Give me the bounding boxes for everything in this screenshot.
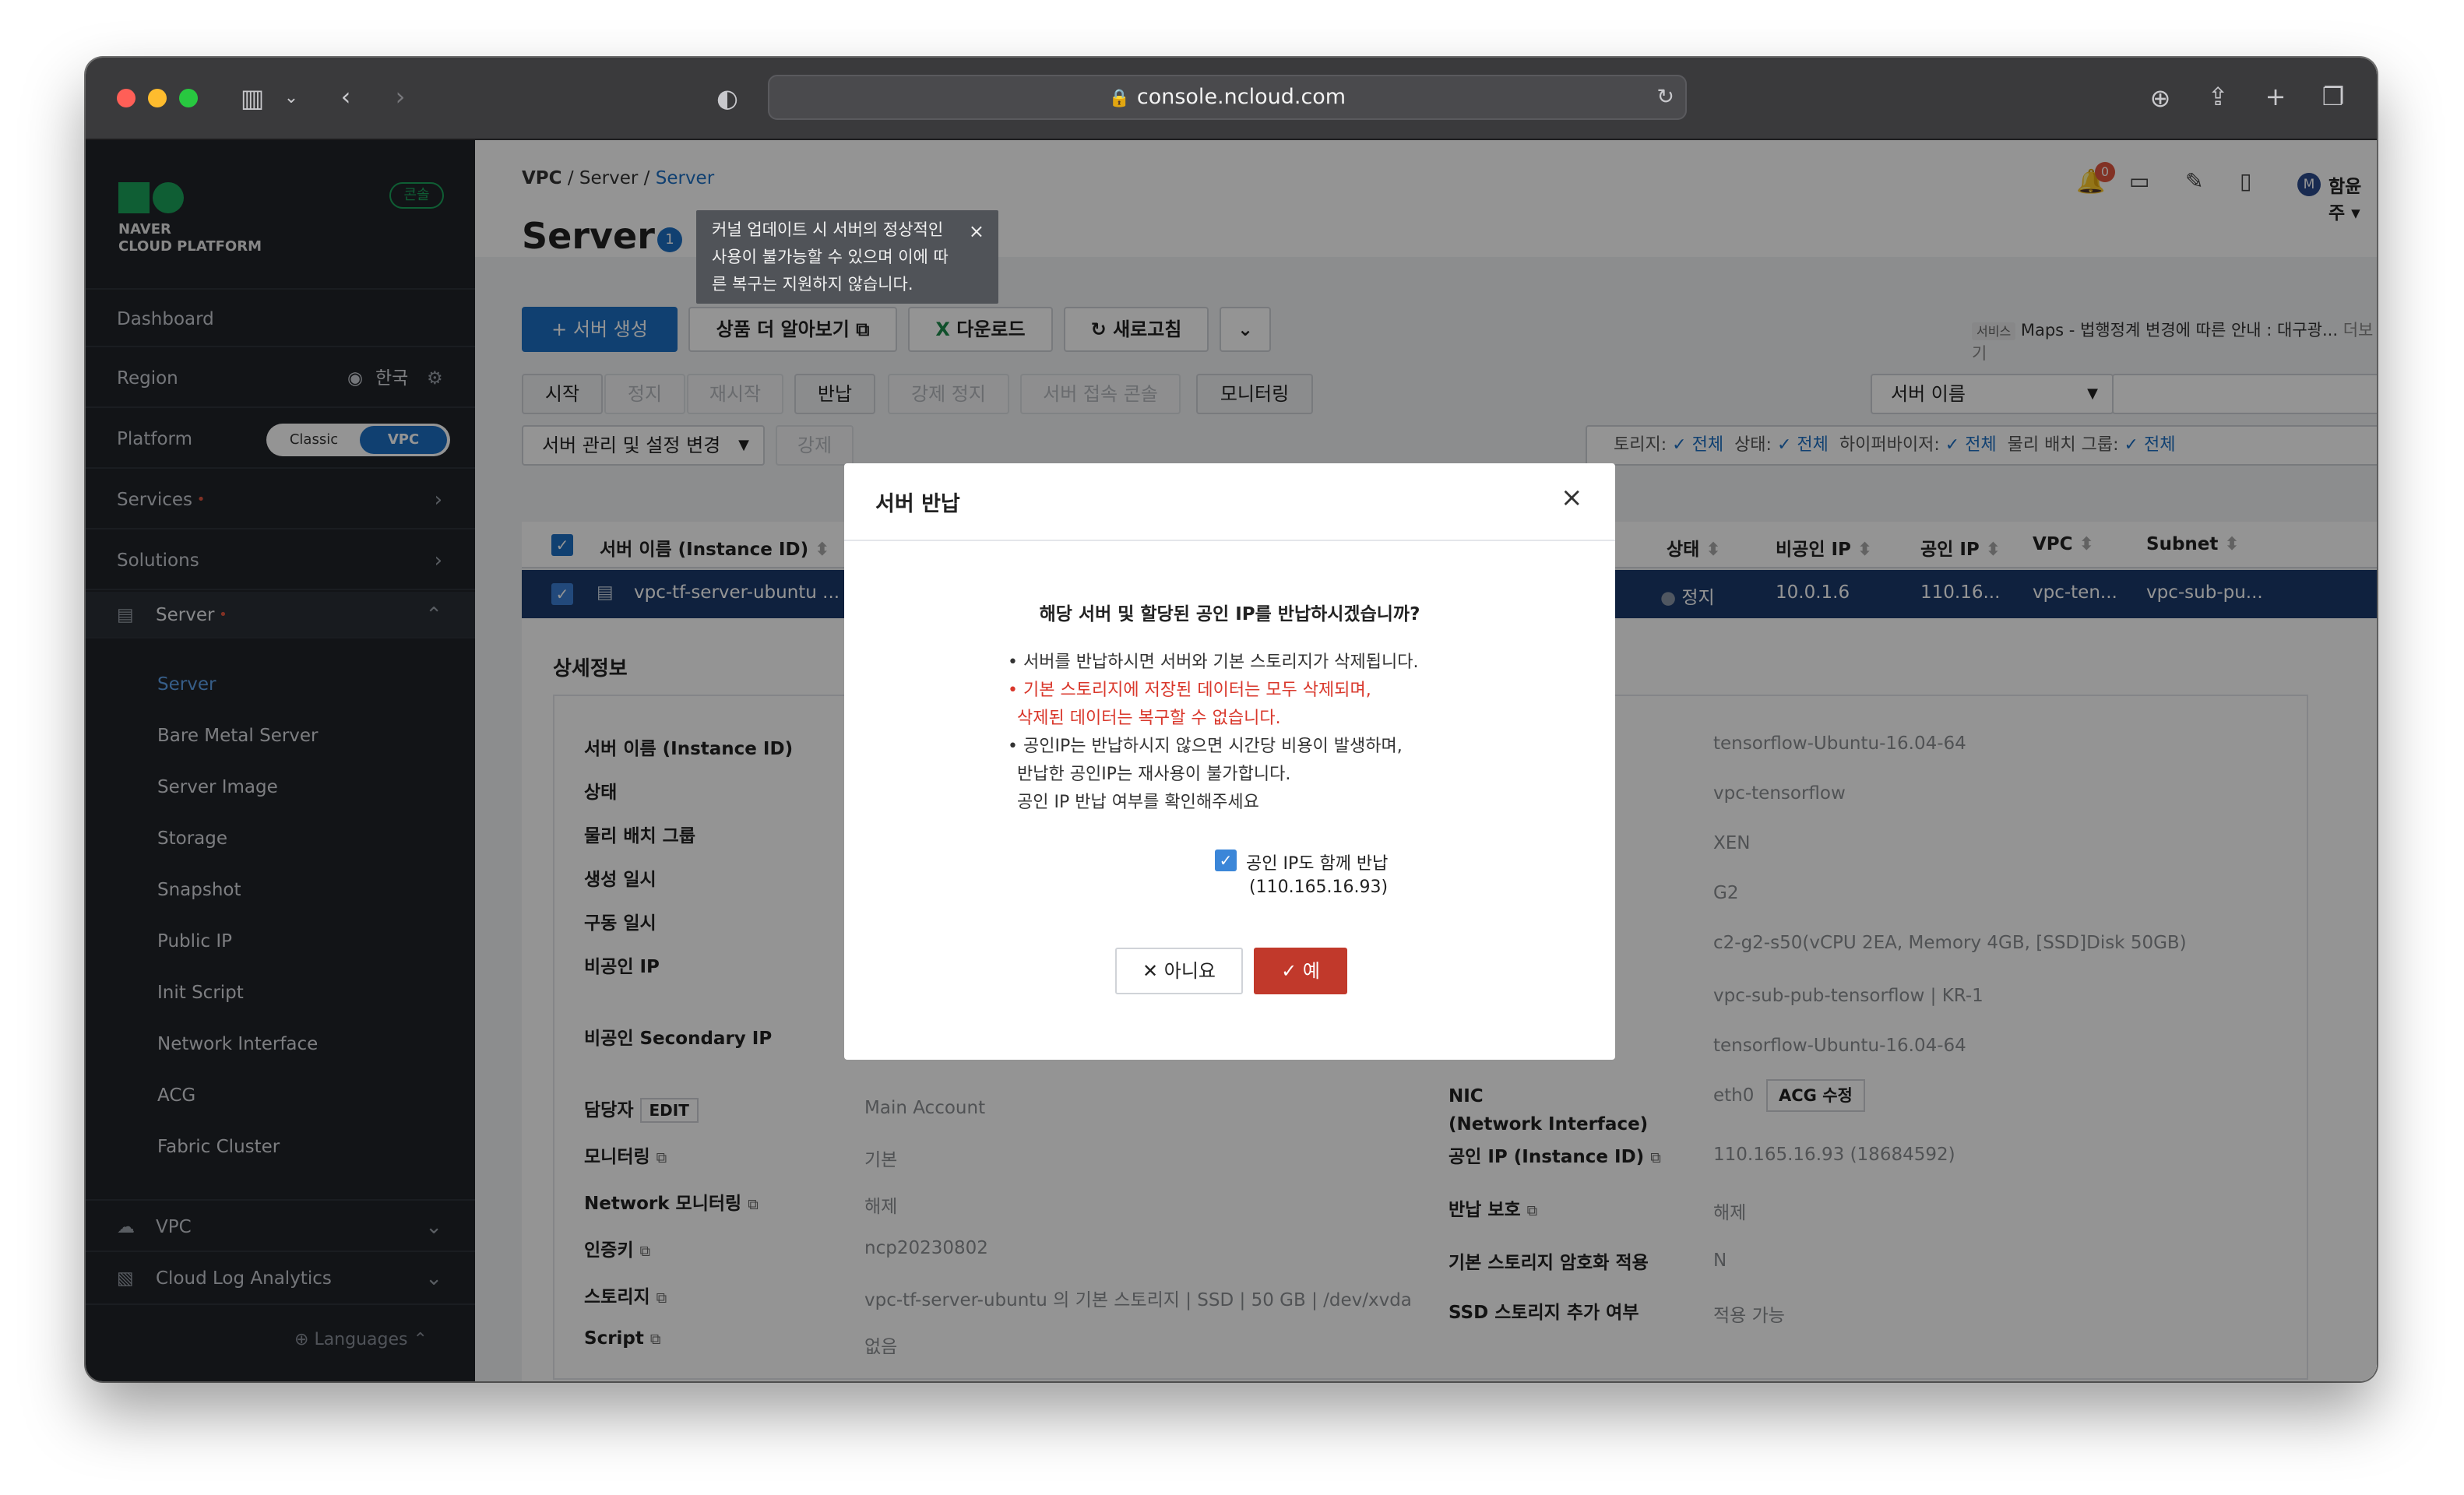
bullet-3-line2: 반납한 공인IP는 재사용이 불가합니다.	[1017, 765, 1291, 784]
bullet-3: • 공인IP는 반납하시지 않으면 시간당 비용이 발생하며,	[1008, 737, 1403, 756]
bullet-1-text: 서버를 반납하시면 서버와 기본 스토리지가 삭제됩니다.	[1023, 653, 1419, 672]
dialog-title: 서버 반납	[875, 492, 960, 516]
bullet-3-line3: 공인 IP 반납 여부를 확인해주세요	[1017, 793, 1259, 812]
browser-window: ▥ ⌄ ‹ › ◐ 🔒 console.ncloud.com ↻ ⊕ ⇪ + ❐…	[86, 58, 2377, 1381]
dialog-divider	[844, 540, 1615, 541]
no-label: 아니요	[1163, 960, 1216, 982]
tabs-overview-icon[interactable]: ❐	[2314, 81, 2352, 112]
url-text: console.ncloud.com	[1136, 85, 1346, 109]
return-ip-checkbox[interactable]: ✓	[1215, 850, 1237, 871]
check-icon: ✓	[1281, 960, 1303, 982]
bullet-2-line1: 기본 스토리지에 저장된 데이터는 모두 삭제되며,	[1023, 681, 1371, 700]
yes-label: 예	[1302, 960, 1320, 982]
bullet-2-line2: 삭제된 데이터는 복구할 수 없습니다.	[1017, 709, 1281, 728]
return-server-dialog: 서버 반납 × 해당 서버 및 할당된 공인 IP를 반납하시겠습니까? • 서…	[844, 463, 1615, 1060]
address-bar[interactable]: 🔒 console.ncloud.com ↻	[768, 75, 1687, 120]
reload-icon[interactable]: ↻	[1656, 76, 1674, 118]
yes-button[interactable]: ✓ 예	[1254, 948, 1347, 994]
back-icon[interactable]: ‹	[327, 81, 364, 112]
close-window-button[interactable]	[117, 89, 136, 107]
update-tooltip: 커널 업데이트 시 서버의 정상적인 사용이 불가능할 수 있으며 이에 따른 …	[696, 210, 998, 304]
return-ip-label[interactable]: 공인 IP도 함께 반납	[1246, 850, 1388, 874]
bullet-3-line1: 공인IP는 반납하시지 않으면 시간당 비용이 발생하며,	[1023, 737, 1403, 756]
minimize-window-button[interactable]	[148, 89, 167, 107]
forward-icon[interactable]: ›	[382, 81, 419, 112]
browser-toolbar: ▥ ⌄ ‹ › ◐ 🔒 console.ncloud.com ↻ ⊕ ⇪ + ❐	[86, 58, 2377, 140]
no-button[interactable]: ✕ 아니요	[1115, 948, 1243, 994]
lock-icon: 🔒	[1108, 89, 1131, 108]
dialog-question: 해당 서버 및 할당된 공인 IP를 반납하시겠습니까?	[1039, 604, 1420, 624]
zoom-window-button[interactable]	[179, 89, 198, 107]
bullet-2: • 기본 스토리지에 저장된 데이터는 모두 삭제되며,	[1008, 681, 1371, 700]
chevron-down-icon[interactable]: ⌄	[273, 83, 310, 114]
close-icon[interactable]: ×	[969, 218, 984, 245]
close-icon[interactable]: ×	[1561, 482, 1583, 513]
download-icon[interactable]: ⊕	[2142, 83, 2179, 114]
sidebar-toggle-icon[interactable]: ▥	[234, 83, 271, 114]
bullet-1: • 서버를 반납하시면 서버와 기본 스토리지가 삭제됩니다.	[1008, 653, 1419, 672]
tooltip-text: 커널 업데이트 시 서버의 정상적인 사용이 불가능할 수 있으며 이에 따른 …	[712, 220, 949, 294]
x-icon: ✕	[1142, 960, 1164, 982]
return-ip-value: (110.165.16.93)	[1249, 878, 1389, 897]
share-icon[interactable]: ⇪	[2199, 81, 2237, 112]
shield-icon[interactable]: ◐	[709, 83, 746, 114]
new-tab-icon[interactable]: +	[2257, 81, 2294, 112]
